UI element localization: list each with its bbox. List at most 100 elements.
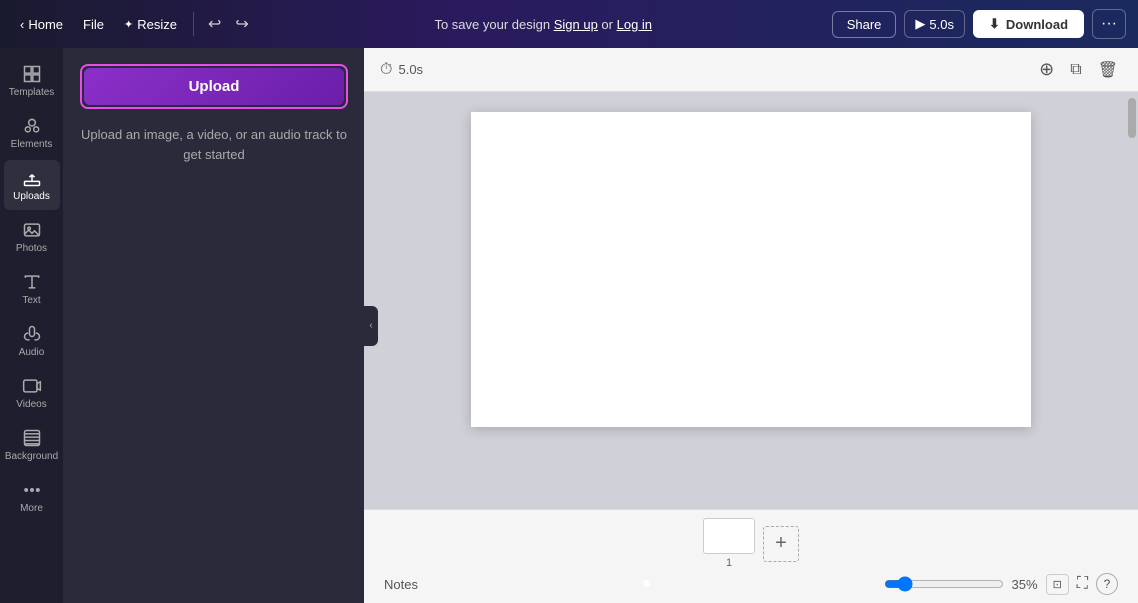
sidebar-videos-label: Videos	[16, 399, 46, 410]
audio-icon	[22, 324, 42, 344]
more-icon: ···	[1101, 15, 1117, 33]
download-label: Download	[1006, 17, 1068, 32]
resize-button[interactable]: ✦ Resize	[116, 13, 185, 36]
more-icon	[22, 480, 42, 500]
text-icon	[22, 272, 42, 292]
resize-star-icon: ✦	[124, 18, 133, 31]
upload-hint-text: Upload an image, a video, or an audio tr…	[80, 125, 348, 164]
copy-page-button[interactable]: ⧉	[1066, 57, 1085, 83]
or-label: or	[601, 17, 613, 32]
templates-icon	[22, 64, 42, 84]
download-icon: ⬇	[989, 16, 1000, 32]
zoom-percent: 35%	[1012, 577, 1038, 592]
bottom-strip: 1 + Notes ● 35% ⊡ ⛶ ?	[364, 509, 1138, 603]
undo-redo-group: ↩ ↪	[202, 10, 255, 38]
download-button[interactable]: ⬇ Download	[973, 10, 1084, 38]
help-button[interactable]: ?	[1096, 573, 1118, 595]
canvas-toolbar-right: ⊕ ⧉ 🗑	[1035, 55, 1122, 84]
nav-left: ‹ Home File ✦ Resize ↩ ↪	[12, 10, 255, 38]
sidebar-item-text[interactable]: Text	[4, 264, 60, 314]
play-icon: ▶	[915, 16, 925, 32]
home-label: Home	[28, 17, 63, 32]
panel-collapse-handle[interactable]: ‹	[364, 306, 378, 346]
expand-button[interactable]: ⛶	[1077, 575, 1088, 593]
chevron-left-icon: ‹	[20, 17, 24, 32]
login-link[interactable]: Log in	[617, 17, 652, 32]
clock-icon: ⏱	[380, 61, 392, 79]
help-label: ?	[1104, 577, 1111, 591]
add-page-button[interactable]: +	[763, 526, 799, 562]
sidebar-text-label: Text	[22, 295, 40, 306]
elements-icon	[22, 116, 42, 136]
resize-label: Resize	[137, 17, 177, 32]
zoom-dot: ●	[642, 575, 652, 593]
uploads-icon	[22, 168, 42, 188]
sidebar-photos-label: Photos	[16, 243, 47, 254]
sidebar: Templates Elements Uploads Photos Text A…	[0, 48, 64, 603]
vertical-scrollbar[interactable]	[1126, 92, 1138, 509]
expand-icon: ⛶	[1077, 575, 1088, 592]
sidebar-background-label: Background	[5, 451, 58, 462]
play-duration: 5.0s	[929, 17, 954, 32]
photos-icon	[22, 220, 42, 240]
sidebar-item-videos[interactable]: Videos	[4, 368, 60, 418]
share-button[interactable]: Share	[832, 11, 897, 38]
divider	[193, 12, 194, 36]
canvas-scroll-area[interactable]	[364, 92, 1138, 509]
canvas-toolbar-left: ⏱ 5.0s	[380, 61, 423, 79]
collapse-icon: ‹	[369, 320, 372, 331]
trash-icon: 🗑	[1098, 60, 1118, 80]
file-label: File	[83, 17, 104, 32]
page-thumbnail-1[interactable]	[703, 518, 755, 554]
sidebar-templates-label: Templates	[9, 87, 55, 98]
add-page-icon: +	[775, 532, 787, 555]
sidebar-audio-label: Audio	[19, 347, 45, 358]
more-options-button[interactable]: ···	[1092, 9, 1126, 39]
signup-link[interactable]: Sign up	[554, 17, 598, 32]
undo-button[interactable]: ↩	[202, 10, 227, 38]
sidebar-elements-label: Elements	[11, 139, 53, 150]
home-button[interactable]: ‹ Home	[12, 13, 71, 36]
redo-button[interactable]: ↪	[229, 10, 254, 38]
upload-button-label: Upload	[189, 78, 240, 95]
nav-right: Share ▶ 5.0s ⬇ Download ···	[832, 9, 1126, 39]
save-hint-text: To save your design Sign up or Log in	[263, 17, 824, 32]
copy-icon: ⧉	[1070, 61, 1081, 79]
canvas-duration: 5.0s	[398, 62, 423, 77]
uploads-panel: Upload Upload an image, a video, or an a…	[64, 48, 364, 603]
canvas-toolbar: ⏱ 5.0s ⊕ ⧉ 🗑	[364, 48, 1138, 92]
top-navigation: ‹ Home File ✦ Resize ↩ ↪ To save your de…	[0, 0, 1138, 48]
sidebar-item-photos[interactable]: Photos	[4, 212, 60, 262]
notes-row: Notes ● 35% ⊡ ⛶ ?	[380, 573, 1122, 595]
sidebar-item-templates[interactable]: Templates	[4, 56, 60, 106]
vscroll-thumb[interactable]	[1128, 98, 1136, 138]
add-page-icon: ⊕	[1039, 59, 1054, 80]
add-page-icon-button[interactable]: ⊕	[1035, 55, 1058, 84]
sidebar-item-audio[interactable]: Audio	[4, 316, 60, 366]
fit-icon: ⊡	[1053, 579, 1062, 591]
sidebar-item-more[interactable]: More	[4, 472, 60, 522]
page-number-1: 1	[726, 557, 732, 569]
delete-page-button[interactable]: 🗑	[1094, 56, 1122, 84]
file-button[interactable]: File	[75, 13, 112, 36]
notes-label: Notes	[384, 577, 418, 592]
sidebar-item-background[interactable]: Background	[4, 420, 60, 470]
upload-button[interactable]: Upload	[84, 68, 344, 105]
background-icon	[22, 428, 42, 448]
upload-button-wrapper: Upload	[80, 64, 348, 109]
videos-icon	[22, 376, 42, 396]
zoom-slider[interactable]	[884, 576, 1004, 592]
sidebar-item-uploads[interactable]: Uploads	[4, 160, 60, 210]
fit-button[interactable]: ⊡	[1046, 574, 1069, 595]
sidebar-uploads-label: Uploads	[13, 191, 50, 202]
sidebar-more-label: More	[20, 503, 43, 514]
page-1-container: 1	[703, 518, 755, 569]
canvas-area: ⏱ 5.0s ⊕ ⧉ 🗑	[364, 48, 1138, 603]
play-button[interactable]: ▶ 5.0s	[904, 10, 965, 38]
share-label: Share	[847, 17, 882, 32]
canvas-frame	[471, 112, 1031, 427]
pages-row: 1 +	[703, 518, 799, 569]
save-hint-label: To save your design	[434, 17, 550, 32]
sidebar-item-elements[interactable]: Elements	[4, 108, 60, 158]
main-area: Templates Elements Uploads Photos Text A…	[0, 48, 1138, 603]
